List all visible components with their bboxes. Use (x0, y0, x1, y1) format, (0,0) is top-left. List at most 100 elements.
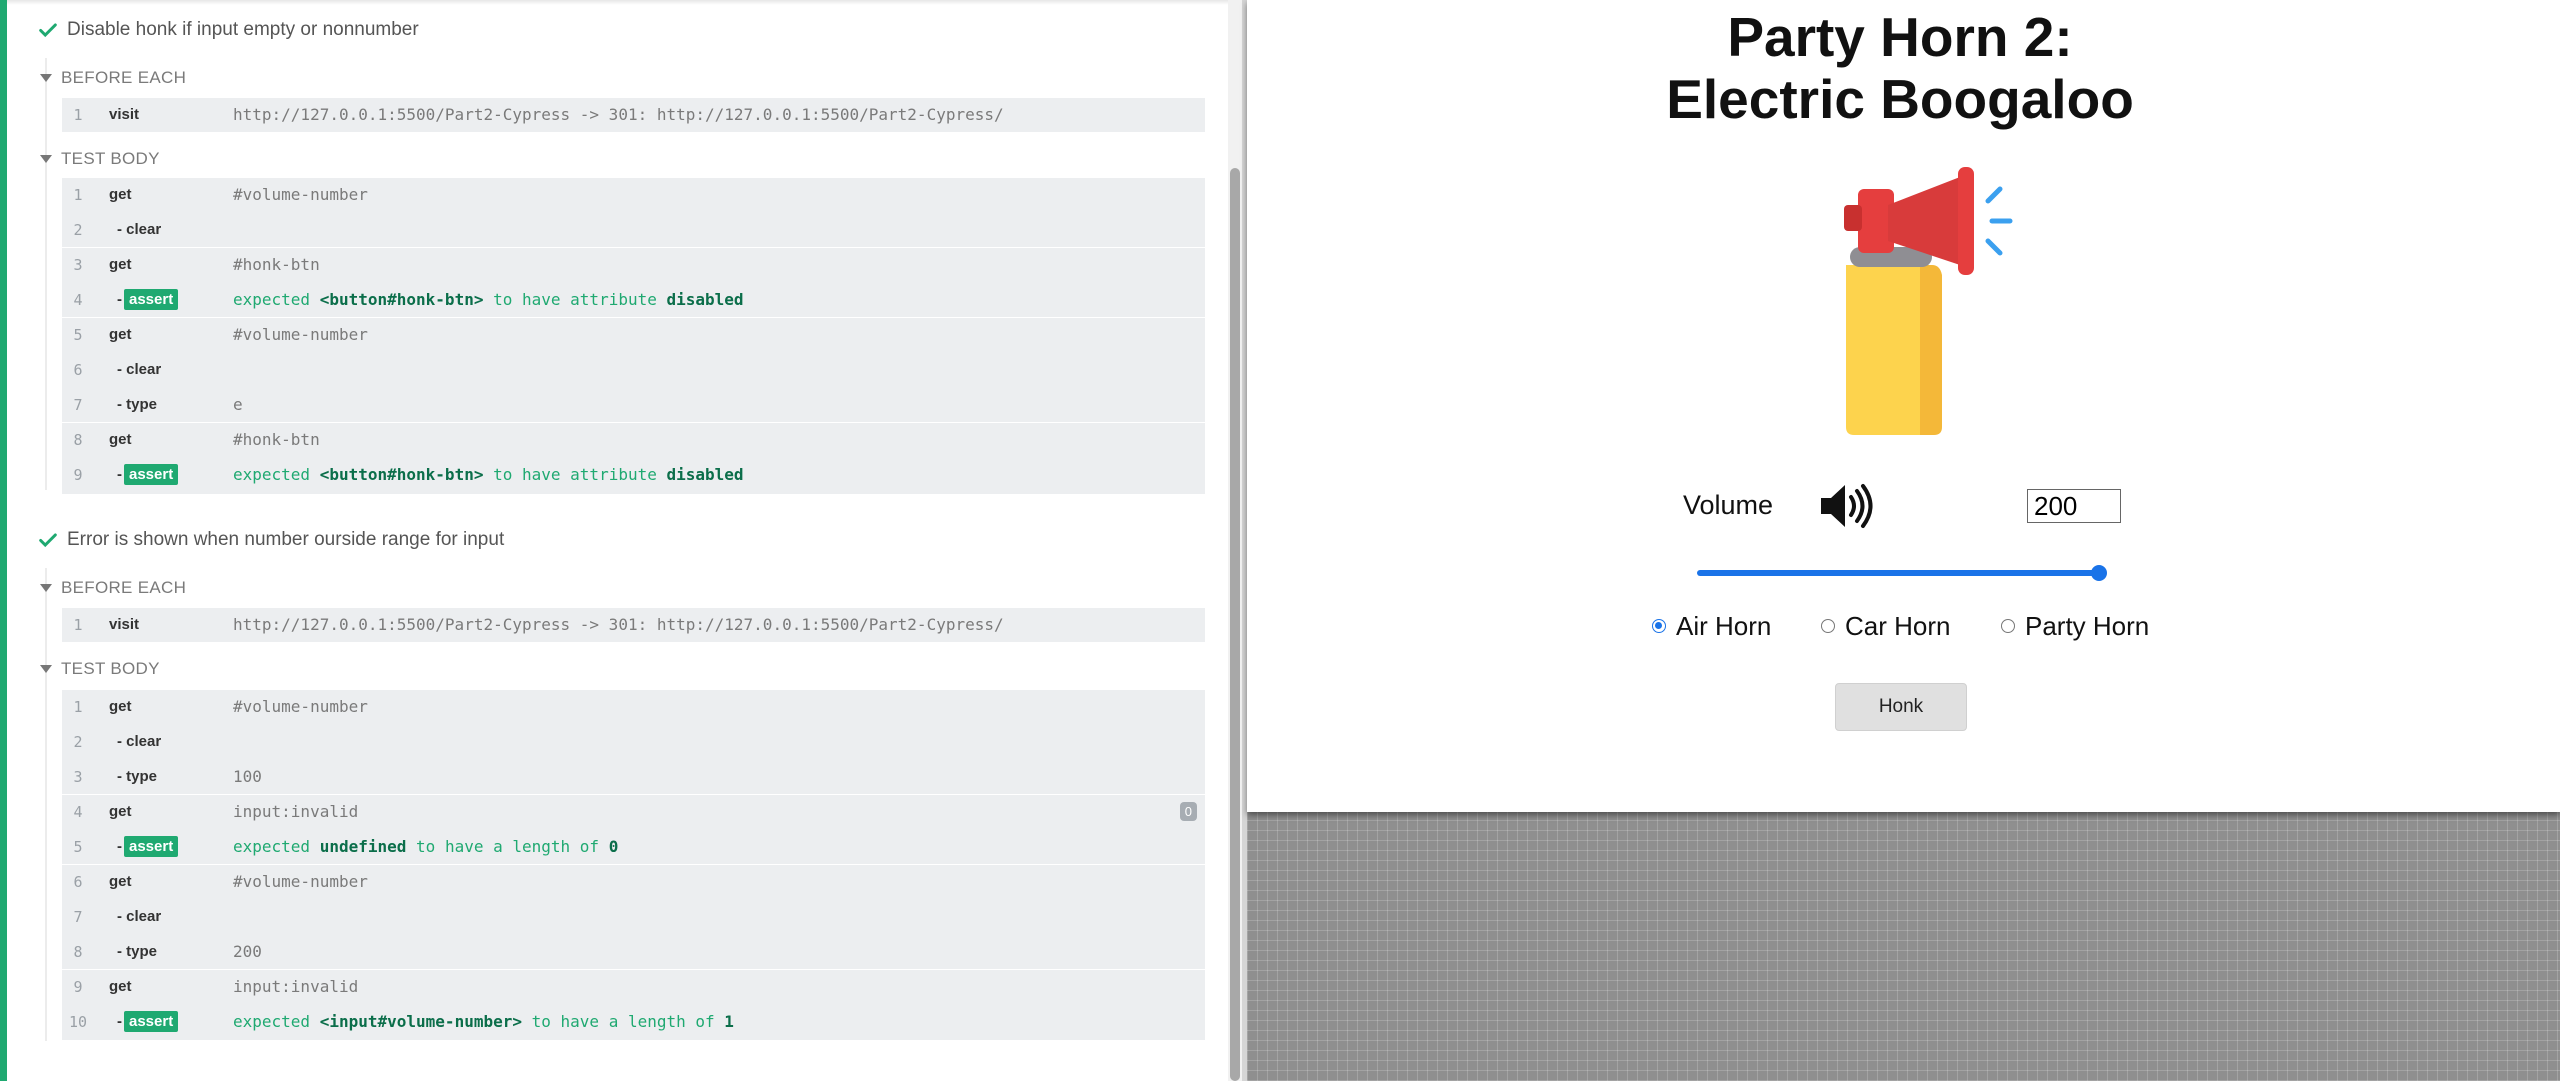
radio-air-horn[interactable]: Air Horn (1652, 611, 1771, 641)
reporter-scrollbar[interactable] (1228, 0, 1242, 1081)
command-name: - type (117, 943, 158, 960)
command-name: - assert (117, 283, 179, 317)
assert-badge: assert (124, 464, 179, 485)
radio-label: Car Horn (1845, 610, 1951, 641)
command-row[interactable]: 7 - clear (62, 900, 1205, 934)
radio-car-horn[interactable]: Car Horn (1821, 611, 1950, 641)
command-number: 3 (73, 768, 83, 786)
caret-down-icon (40, 665, 52, 673)
command-number: 9 (73, 466, 83, 484)
command-name: - clear (117, 221, 162, 238)
command-group: 1 visit http://127.0.0.1:5500/Part2-Cypr… (62, 98, 1205, 132)
command-row[interactable]: 4 - assert expected <button#honk-btn> to ha… (62, 283, 1205, 317)
command-row[interactable]: 1 visit http://127.0.0.1:5500/Part2-Cypr… (62, 98, 1205, 132)
command-number: 6 (73, 873, 83, 891)
page-title-line-1: Party Horn 2: (1727, 6, 2073, 68)
command-row[interactable]: 8 get #honk-btn (62, 423, 1205, 457)
command-row[interactable]: 1 get #volume-number (62, 178, 1205, 212)
command-row[interactable]: 1 get #volume-number (62, 690, 1205, 724)
hook-label: TEST BODY (61, 659, 160, 678)
radio-button[interactable] (1821, 619, 1835, 633)
radio-party-horn[interactable]: Party Horn (2001, 611, 2149, 641)
volume-label: Volume (1683, 490, 1774, 520)
command-message: input:invalid (233, 802, 359, 821)
command-row[interactable]: 5 - assert expected undefined to have a len… (62, 830, 1205, 864)
scrollbar-thumb[interactable] (1230, 168, 1240, 1081)
command-message: #honk-btn (233, 430, 320, 449)
command-number: 6 (73, 361, 83, 379)
pass-accent-bar (0, 0, 7, 1081)
command-name: - clear (117, 733, 162, 750)
hook-label: BEFORE EACH (61, 68, 187, 87)
command-message: #volume-number (233, 185, 368, 204)
volume-number-input[interactable] (2027, 489, 2121, 523)
test-title-label: Error is shown when number ourside range… (67, 529, 505, 550)
assert-badge: assert (124, 836, 179, 857)
command-message: 100 (233, 767, 262, 786)
hook-title-before-each[interactable]: BEFORE EACH (40, 68, 186, 88)
command-row[interactable]: 5 get #volume-number (62, 318, 1205, 352)
command-number: 5 (73, 326, 83, 344)
assert-badge: assert (124, 289, 179, 310)
command-name: get (109, 978, 132, 995)
command-row[interactable]: 3 get #honk-btn (62, 248, 1205, 282)
command-message: #volume-number (233, 325, 368, 344)
command-row[interactable]: 8 - type 200 (62, 935, 1205, 969)
caret-down-icon (40, 155, 52, 163)
command-name: get (109, 803, 132, 820)
honk-button[interactable]: Honk (1835, 683, 1967, 731)
radio-button[interactable] (1652, 619, 1666, 633)
command-row[interactable]: 7 - type e (62, 388, 1205, 422)
command-message: 200 (233, 942, 262, 961)
command-number: 7 (73, 908, 83, 926)
command-row[interactable]: 2 - clear (62, 213, 1205, 247)
command-number: 4 (73, 291, 83, 309)
command-row[interactable]: 6 get #volume-number (62, 865, 1205, 899)
command-message: input:invalid (233, 977, 359, 996)
command-name: - clear (117, 361, 162, 378)
command-name: - assert (117, 1005, 179, 1039)
command-message: #volume-number (233, 697, 368, 716)
command-name: - type (117, 396, 158, 413)
command-row[interactable]: 10 - assert expected <input#volume-number> … (62, 1005, 1205, 1039)
command-name: - assert (117, 458, 179, 492)
test-title-label: Disable honk if input empty or nonnumber (67, 19, 419, 40)
command-name: get (109, 186, 132, 203)
command-row[interactable]: 3 - type 100 (62, 760, 1205, 794)
hook-label: BEFORE EACH (61, 578, 187, 597)
speaker-high-icon (1821, 484, 1873, 528)
app-frame: Party Horn 2: Electric Boogaloo Volume A… (1247, 0, 2560, 812)
slider-thumb[interactable] (2091, 565, 2107, 581)
command-row[interactable]: 4 get input:invalid 0 (62, 795, 1205, 829)
command-name: - type (117, 768, 158, 785)
hook-title-before-each[interactable]: BEFORE EACH (40, 578, 186, 598)
command-message: expected <button#honk-btn> to have attri… (233, 290, 744, 309)
command-row[interactable]: 2 - clear (62, 725, 1205, 759)
test-title[interactable]: Error is shown when number ourside range… (37, 528, 504, 552)
command-message: expected <button#honk-btn> to have attri… (233, 465, 744, 484)
command-number: 1 (73, 186, 83, 204)
hook-title-test-body[interactable]: TEST BODY (40, 149, 160, 169)
command-row[interactable]: 1 visit http://127.0.0.1:5500/Part2-Cypr… (62, 608, 1205, 642)
command-message: expected undefined to have a length of 0 (233, 837, 619, 856)
hook-title-test-body[interactable]: TEST BODY (40, 659, 160, 679)
command-number: 8 (73, 431, 83, 449)
command-name: get (109, 873, 132, 890)
top-shadow (7, 0, 1228, 5)
page-title-line-2: Electric Boogaloo (1666, 68, 2134, 130)
slider-track[interactable] (1697, 570, 2099, 576)
command-group: 1 get #volume-number 2 - clear 3 get #honk-btn 4… (62, 178, 1205, 494)
radio-button[interactable] (2001, 619, 2015, 633)
command-row[interactable]: 9 - assert expected <button#honk-btn> to ha… (62, 458, 1205, 492)
test-title[interactable]: Disable honk if input empty or nonnumber (37, 18, 419, 42)
command-row[interactable]: 9 get input:invalid (62, 970, 1205, 1004)
command-name: get (109, 431, 132, 448)
command-message: expected <input#volume-number> to have a… (233, 1012, 734, 1031)
command-message: #volume-number (233, 872, 368, 891)
command-row[interactable]: 6 - clear (62, 353, 1205, 387)
command-group: 1 visit http://127.0.0.1:5500/Part2-Cypr… (62, 608, 1205, 642)
command-number: 9 (73, 978, 83, 996)
command-name: - clear (117, 908, 162, 925)
volume-slider[interactable] (1697, 565, 2107, 581)
command-number: 10 (68, 1013, 88, 1031)
